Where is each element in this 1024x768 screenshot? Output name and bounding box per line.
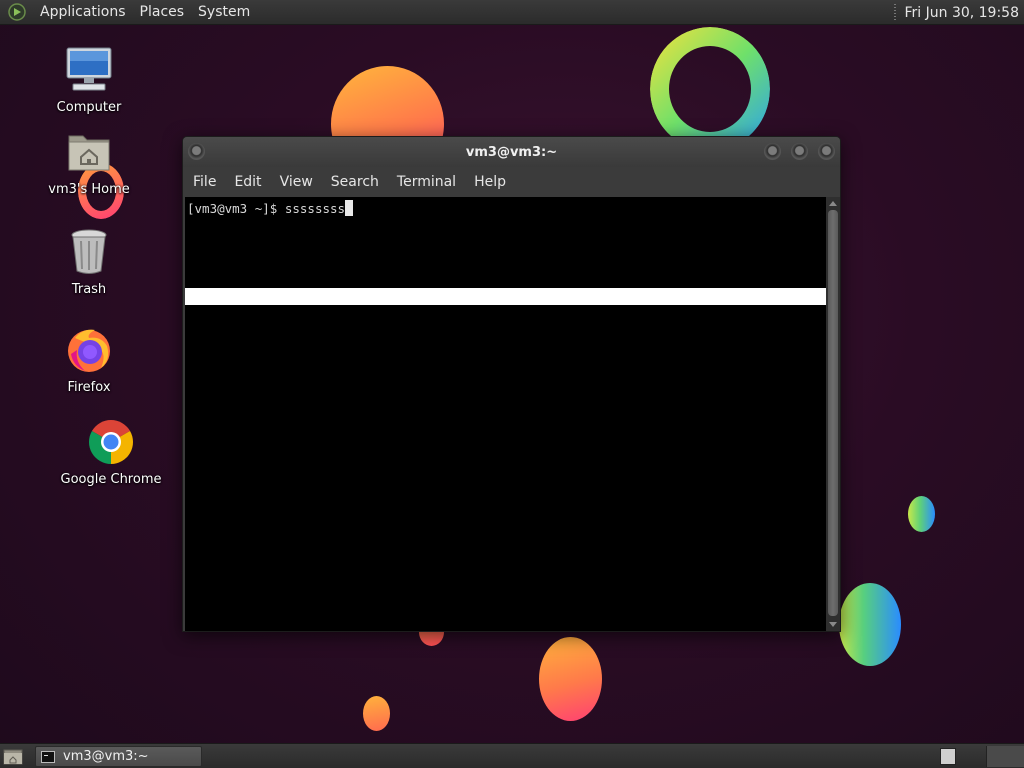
- chrome-icon: [87, 418, 135, 466]
- terminal-scrollbar[interactable]: [826, 197, 840, 631]
- desktop-icon-label: Computer: [56, 100, 122, 115]
- scroll-thumb[interactable]: [828, 210, 838, 616]
- trash-icon: [65, 228, 113, 276]
- workspace-2[interactable]: [986, 746, 1024, 767]
- menu-file[interactable]: File: [186, 167, 223, 197]
- window-menu-button[interactable]: [188, 143, 205, 160]
- taskbar-terminal-button[interactable]: vm3@vm3:~: [35, 746, 202, 767]
- menu-search[interactable]: Search: [324, 167, 386, 197]
- clock[interactable]: Fri Jun 30, 19:58: [904, 5, 1024, 21]
- panel-separator: [894, 4, 897, 21]
- terminal-menubar: File Edit View Search Terminal Help: [183, 167, 840, 197]
- wallpaper-green-blob: [839, 583, 901, 666]
- top-panel: Applications Places System Fri Jun 30, 1…: [0, 0, 1024, 25]
- terminal-output[interactable]: [vm3@vm3 ~]$ ssssssss: [185, 197, 826, 631]
- scroll-down-arrow-icon[interactable]: [829, 622, 837, 627]
- terminal-icon: [41, 750, 55, 763]
- home-folder-icon: [65, 128, 113, 176]
- desktop-icon-chrome[interactable]: Google Chrome: [60, 418, 162, 487]
- computer-icon: [65, 46, 113, 94]
- workspace-1[interactable]: [940, 748, 956, 765]
- wallpaper-orange-blob-bottom: [539, 637, 602, 721]
- menu-help[interactable]: Help: [467, 167, 513, 197]
- desktop-icon-firefox[interactable]: Firefox: [56, 326, 122, 395]
- bottom-panel: vm3@vm3:~: [0, 743, 1024, 768]
- desktop-icon-label: Firefox: [67, 380, 111, 395]
- shell-prompt: [vm3@vm3 ~]$: [187, 201, 285, 216]
- menu-view[interactable]: View: [273, 167, 320, 197]
- applications-logo-icon[interactable]: [8, 3, 26, 21]
- show-desktop-icon[interactable]: [3, 748, 23, 765]
- maximize-button[interactable]: [791, 143, 808, 160]
- places-menu[interactable]: Places: [133, 0, 192, 25]
- desktop-icon-home[interactable]: vm3's Home: [48, 128, 130, 197]
- desktop-icon-label: vm3's Home: [48, 182, 130, 197]
- menu-terminal[interactable]: Terminal: [390, 167, 463, 197]
- selection-highlight: [185, 288, 826, 305]
- text-cursor: [345, 200, 354, 216]
- desktop-icon-label: Trash: [71, 282, 107, 297]
- close-button[interactable]: [818, 143, 835, 160]
- command-input: ssssssss: [284, 201, 346, 216]
- scroll-up-arrow-icon[interactable]: [829, 201, 837, 206]
- desktop-icon-computer[interactable]: Computer: [56, 46, 122, 115]
- wallpaper-orange-dot: [363, 696, 390, 731]
- prompt-line: [vm3@vm3 ~]$ ssssssss: [187, 200, 354, 216]
- wallpaper-green-blob-small: [908, 496, 935, 532]
- desktop-icon-label: Google Chrome: [60, 472, 162, 487]
- menu-edit[interactable]: Edit: [227, 167, 268, 197]
- top-panel-tray: Fri Jun 30, 19:58: [894, 0, 1024, 25]
- window-titlebar[interactable]: vm3@vm3:~: [183, 137, 840, 167]
- system-menu[interactable]: System: [191, 0, 257, 25]
- window-title: vm3@vm3:~: [465, 144, 558, 160]
- firefox-icon: [65, 326, 113, 374]
- minimize-button[interactable]: [764, 143, 781, 160]
- taskbar-label: vm3@vm3:~: [63, 749, 149, 764]
- applications-menu[interactable]: Applications: [33, 0, 133, 25]
- wallpaper-green-ring: [650, 27, 770, 151]
- desktop-icon-trash[interactable]: Trash: [56, 228, 122, 297]
- terminal-window[interactable]: vm3@vm3:~ File Edit View Search Terminal…: [182, 136, 841, 632]
